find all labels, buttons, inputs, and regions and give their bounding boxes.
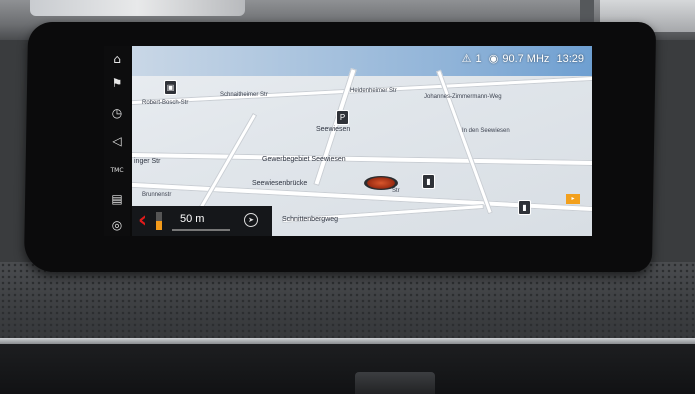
- map-label: Heidenheimer Str: [350, 88, 397, 94]
- navigation-map[interactable]: Robert-Bosch-Str Schnaitheimer Str Heide…: [132, 46, 592, 236]
- destination-flag-icon[interactable]: ⚑: [108, 74, 126, 92]
- fuel-station-icon[interactable]: ▮: [518, 200, 531, 215]
- radio-icon: ◉: [488, 53, 499, 65]
- flag-badge-icon: ▸: [566, 194, 580, 204]
- road: [132, 151, 592, 167]
- parking-icon[interactable]: P: [336, 110, 349, 125]
- home-icon[interactable]: ⌂: [108, 50, 126, 68]
- poi-marker[interactable]: ▣: [164, 80, 177, 95]
- clock: 13:29: [556, 53, 584, 65]
- timer-icon[interactable]: ◷: [108, 104, 126, 122]
- road: [191, 112, 258, 222]
- map-label: Robert-Bosch-Str: [142, 100, 189, 106]
- map-label: Gewerbegebiet Seewiesen: [262, 156, 346, 163]
- infotainment-screen: ⌂ ⚑ ◷ ◁ TMC ▤ ◎ Robert-Bosch-Str Schnait…: [104, 46, 592, 236]
- voice-speaker-icon[interactable]: ◁: [108, 132, 126, 150]
- tmc-traffic-icon[interactable]: TMC: [108, 158, 126, 176]
- side-menu: ⌂ ⚑ ◷ ◁ TMC ▤ ◎: [104, 46, 130, 236]
- map-label: Seewiesen: [316, 126, 351, 133]
- map-label: Brunnenstr: [142, 192, 172, 198]
- map-label: Seewiesenbrücke: [252, 180, 308, 187]
- vehicle-position-marker: [364, 176, 398, 190]
- map-label: In den Seewiesen: [462, 128, 510, 134]
- radio-frequency: 90.7 MHz: [502, 53, 550, 65]
- tmc-label: TMC: [110, 167, 124, 174]
- road: [436, 69, 493, 215]
- map-book-icon[interactable]: ▤: [108, 190, 126, 208]
- turn-left-arrow-icon: ‹: [138, 208, 148, 233]
- status-bar: ⚠ 1 ◉ 90.7 MHz 13:29: [458, 52, 584, 65]
- fuel-station-icon[interactable]: ▮: [422, 174, 435, 189]
- vent-knob: [355, 372, 435, 394]
- compass-icon[interactable]: ➤: [244, 213, 258, 227]
- compass-small-icon[interactable]: ◎: [108, 216, 126, 234]
- warning-count: 1: [475, 53, 482, 65]
- warning-icon[interactable]: ⚠: [462, 53, 472, 65]
- air-vent-bottom: [0, 344, 695, 394]
- map-label: Schnaitheimer Str: [220, 92, 268, 98]
- map-label: Schnittenbergweg: [282, 216, 339, 223]
- distance-to-turn: 50 m: [180, 213, 205, 225]
- air-vent-top: [30, 0, 245, 16]
- map-label: inger Str: [134, 158, 161, 165]
- map-label: Johannes-Zimmermann-Weg: [424, 94, 502, 100]
- map-label: Str: [392, 188, 400, 194]
- distance-progress-bar: [156, 212, 162, 230]
- turn-guidance-panel[interactable]: ‹ 50 m ➤: [132, 206, 272, 236]
- distance-scale-line: [172, 229, 230, 231]
